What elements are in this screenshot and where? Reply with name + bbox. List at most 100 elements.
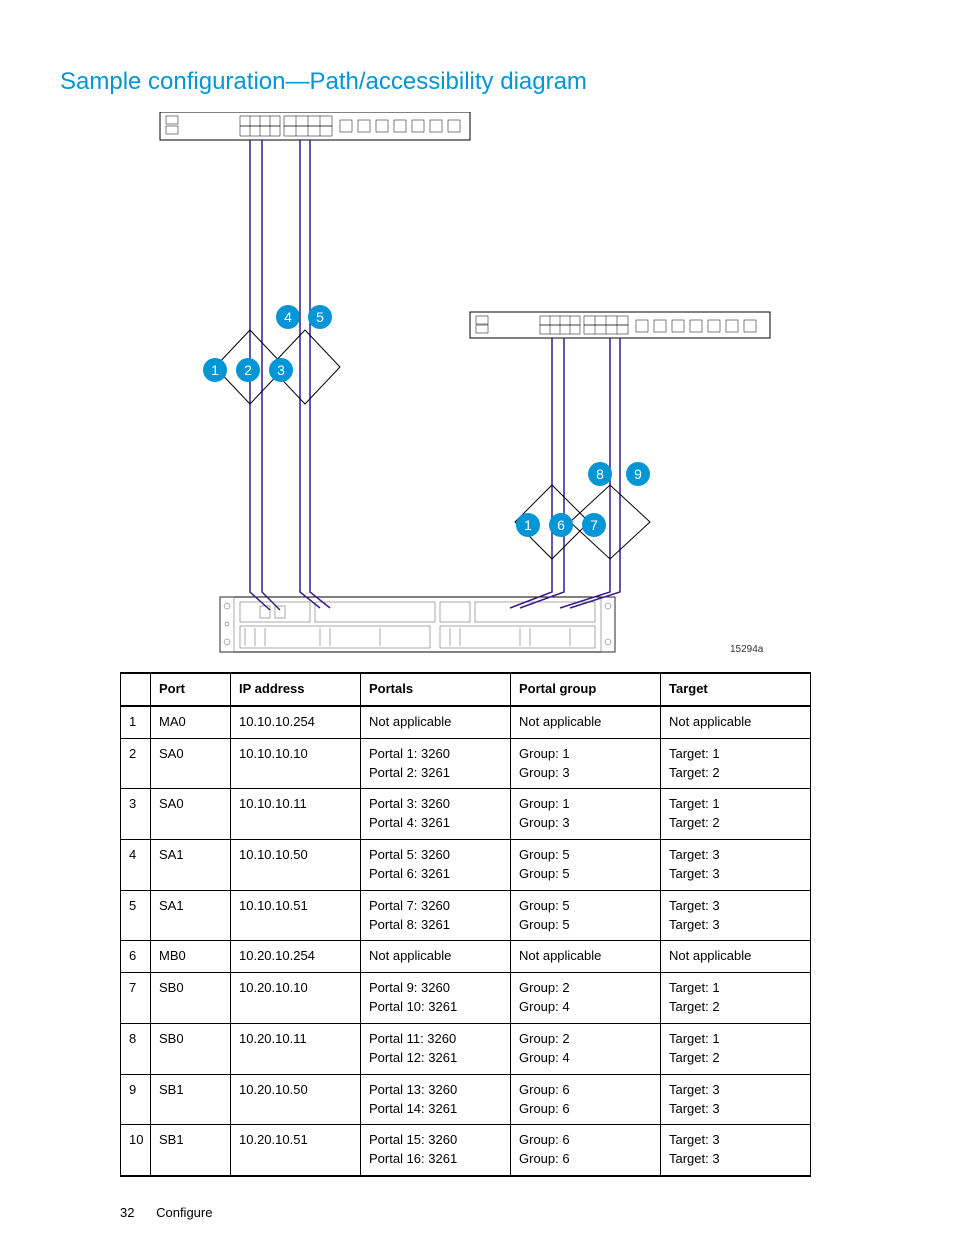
table-cell: Portal 3: 3260Portal 4: 3261 (361, 789, 511, 840)
table-cell: Group: 2Group: 4 (511, 1023, 661, 1074)
svg-text:2: 2 (244, 362, 252, 378)
callout-9: 9 (626, 462, 650, 486)
col-port: Port (151, 673, 231, 706)
table-cell: Portal 5: 3260Portal 6: 3261 (361, 840, 511, 891)
table-cell: 10.20.10.11 (231, 1023, 361, 1074)
table-cell: Not applicable (661, 706, 811, 738)
section-name: Configure (156, 1205, 212, 1220)
svg-text:1: 1 (211, 362, 219, 378)
svg-text:9: 9 (634, 466, 642, 482)
table-cell: SA1 (151, 840, 231, 891)
table-cell: Target: 3Target: 3 (661, 840, 811, 891)
table-cell: 4 (121, 840, 151, 891)
table-cell: SB0 (151, 973, 231, 1024)
col-portals: Portals (361, 673, 511, 706)
table-cell: SB1 (151, 1074, 231, 1125)
callout-5: 5 (308, 305, 332, 329)
table-cell: Target: 1Target: 2 (661, 973, 811, 1024)
callout-8: 8 (588, 462, 612, 486)
callout-1-left: 1 (203, 358, 227, 382)
table-row: 1MA010.10.10.254Not applicableNot applic… (121, 706, 811, 738)
table-cell: 7 (121, 973, 151, 1024)
second-switch-icon (470, 312, 770, 338)
top-switch-icon (160, 112, 470, 140)
table-cell: Portal 11: 3260Portal 12: 3261 (361, 1023, 511, 1074)
config-table: Port IP address Portals Portal group Tar… (120, 672, 811, 1177)
page-number: 32 (120, 1205, 134, 1220)
table-cell: Target: 3Target: 3 (661, 1074, 811, 1125)
table-cell: Group: 5Group: 5 (511, 890, 661, 941)
col-ip: IP address (231, 673, 361, 706)
table-cell: Target: 1Target: 2 (661, 1023, 811, 1074)
table-cell: SB0 (151, 1023, 231, 1074)
table-cell: SA1 (151, 890, 231, 941)
table-cell: Group: 1Group: 3 (511, 789, 661, 840)
diagram-caption: 15294a (730, 644, 764, 655)
table-row: 3SA010.10.10.11Portal 3: 3260Portal 4: 3… (121, 789, 811, 840)
page-footer: 32 Configure (120, 1205, 894, 1220)
table-cell: Target: 1Target: 2 (661, 789, 811, 840)
table-cell: Portal 7: 3260Portal 8: 3261 (361, 890, 511, 941)
table-cell: MB0 (151, 941, 231, 973)
callout-4: 4 (276, 305, 300, 329)
table-cell: 3 (121, 789, 151, 840)
table-row: 2SA010.10.10.10Portal 1: 3260Portal 2: 3… (121, 738, 811, 789)
svg-text:5: 5 (316, 309, 324, 325)
table-row: 5SA110.10.10.51Portal 7: 3260Portal 8: 3… (121, 890, 811, 941)
table-cell: MA0 (151, 706, 231, 738)
table-cell: Target: 3Target: 3 (661, 1125, 811, 1176)
svg-text:7: 7 (590, 517, 598, 533)
svg-text:3: 3 (277, 362, 285, 378)
path-diagram: 4 5 1 2 3 8 (120, 112, 894, 672)
svg-text:8: 8 (596, 466, 604, 482)
svg-text:4: 4 (284, 309, 292, 325)
table-row: 4SA110.10.10.50Portal 5: 3260Portal 6: 3… (121, 840, 811, 891)
table-cell: Not applicable (361, 706, 511, 738)
col-target: Target (661, 673, 811, 706)
table-cell: SA0 (151, 789, 231, 840)
callout-2: 2 (236, 358, 260, 382)
table-cell: SA0 (151, 738, 231, 789)
table-row: 6MB010.20.10.254Not applicableNot applic… (121, 941, 811, 973)
page-title: Sample configuration—Path/accessibility … (60, 68, 894, 96)
table-cell: Not applicable (661, 941, 811, 973)
table-cell: Portal 9: 3260Portal 10: 3261 (361, 973, 511, 1024)
table-cell: Not applicable (511, 941, 661, 973)
col-group: Portal group (511, 673, 661, 706)
table-cell: 10.20.10.51 (231, 1125, 361, 1176)
table-cell: 9 (121, 1074, 151, 1125)
table-cell: SB1 (151, 1125, 231, 1176)
table-cell: 10.20.10.10 (231, 973, 361, 1024)
table-row: 7SB010.20.10.10Portal 9: 3260Portal 10: … (121, 973, 811, 1024)
table-cell: Group: 6Group: 6 (511, 1125, 661, 1176)
table-cell: 8 (121, 1023, 151, 1074)
table-cell: Target: 3Target: 3 (661, 890, 811, 941)
table-cell: 10.20.10.254 (231, 941, 361, 973)
table-cell: Portal 15: 3260Portal 16: 3261 (361, 1125, 511, 1176)
callout-3: 3 (269, 358, 293, 382)
table-cell: Group: 6Group: 6 (511, 1074, 661, 1125)
table-cell: 10.10.10.11 (231, 789, 361, 840)
table-cell: 10.10.10.51 (231, 890, 361, 941)
table-cell: 10.10.10.254 (231, 706, 361, 738)
table-cell: 6 (121, 941, 151, 973)
table-cell: Not applicable (361, 941, 511, 973)
table-cell: 2 (121, 738, 151, 789)
table-cell: Group: 2Group: 4 (511, 973, 661, 1024)
table-cell: Group: 1Group: 3 (511, 738, 661, 789)
server-chassis-icon (220, 597, 615, 652)
table-cell: 1 (121, 706, 151, 738)
svg-text:6: 6 (557, 517, 565, 533)
table-header: Port IP address Portals Portal group Tar… (121, 673, 811, 706)
table-cell: Portal 13: 3260Portal 14: 3261 (361, 1074, 511, 1125)
table-cell: 5 (121, 890, 151, 941)
col-num (121, 673, 151, 706)
table-cell: 10 (121, 1125, 151, 1176)
table-cell: Not applicable (511, 706, 661, 738)
callout-7: 7 (582, 513, 606, 537)
callout-1-right: 1 (516, 513, 540, 537)
table-row: 10SB110.20.10.51Portal 15: 3260Portal 16… (121, 1125, 811, 1176)
table-cell: Portal 1: 3260Portal 2: 3261 (361, 738, 511, 789)
table-cell: 10.10.10.50 (231, 840, 361, 891)
table-cell: 10.10.10.10 (231, 738, 361, 789)
